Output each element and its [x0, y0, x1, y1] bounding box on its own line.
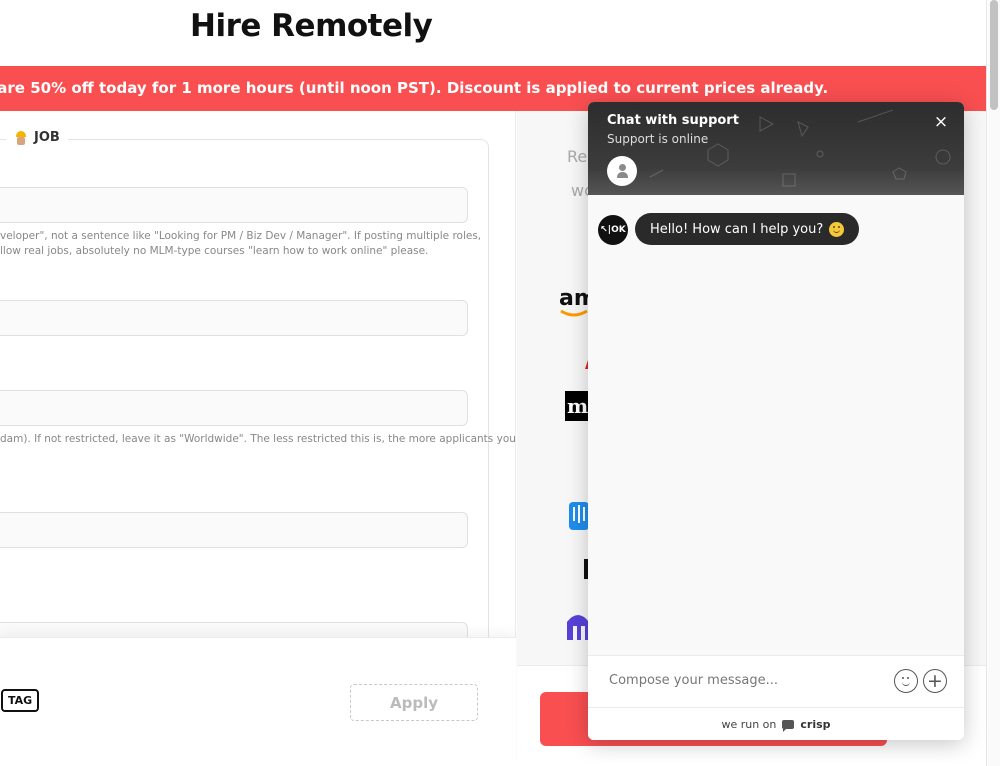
greeting-text: Hello! How can I help you? [650, 221, 824, 237]
powered-by-footer[interactable]: we run on crisp [588, 707, 964, 740]
company-input[interactable] [0, 300, 468, 336]
compose-input[interactable]: Compose your message... [609, 673, 778, 688]
operator-avatar [607, 156, 637, 186]
page-border [986, 0, 987, 766]
chat-message-area [588, 195, 964, 655]
tag-badge: TAG [1, 689, 40, 712]
location-hint: dam). If not restricted, leave it as "Wo… [0, 433, 516, 445]
amazon-logo-fragment: am [559, 286, 589, 317]
promo-banner-text: ls are 50% off today for 1 more hours (u… [0, 79, 829, 97]
position-input[interactable] [0, 187, 468, 223]
job-legend-label: JOB [34, 130, 60, 145]
tags-input[interactable] [0, 512, 468, 548]
emoji-icon[interactable] [894, 669, 918, 693]
page-title: Hire Remotely [190, 8, 433, 44]
crisp-icon [782, 719, 795, 732]
chat-header: Chat with support Support is online × [588, 102, 964, 195]
position-hint-line-1: veloper", not a sentence like "Looking f… [0, 230, 482, 242]
bot-avatar: ↖|OK [598, 215, 628, 245]
medium-logo-fragment: m [565, 391, 589, 421]
close-icon[interactable]: × [931, 112, 951, 132]
scrollbar-track[interactable] [988, 0, 1000, 766]
greeting-message: Hello! How can I help you? [635, 213, 860, 245]
kraken-logo-fragment [567, 615, 589, 640]
job-legend: JOB [6, 130, 68, 145]
user-icon [617, 164, 628, 178]
chat-widget: Chat with support Support is online × ↖|… [588, 102, 964, 740]
svg-text:am: am [559, 286, 589, 311]
emoji-face-icon [900, 675, 912, 687]
intercom-logo-fragment [569, 502, 589, 530]
crisp-brand: crisp [800, 717, 831, 731]
sidebar-text-fragment-1: Re [567, 147, 588, 166]
footer-prefix: we run on [721, 717, 777, 731]
scrollbar-thumb[interactable] [990, 0, 998, 110]
svg-text:m: m [567, 394, 588, 418]
location-input[interactable] [0, 390, 468, 426]
chat-title: Chat with support [607, 113, 739, 128]
chat-status: Support is online [607, 132, 709, 146]
smiley-icon [829, 221, 845, 237]
position-hint-line-2: llow real jobs, absolutely no MLM-type c… [0, 245, 429, 257]
apply-button[interactable]: Apply [350, 684, 478, 721]
compose-bar: Compose your message... + [588, 655, 964, 707]
plus-icon[interactable]: + [923, 669, 947, 693]
construction-worker-icon [14, 130, 28, 145]
